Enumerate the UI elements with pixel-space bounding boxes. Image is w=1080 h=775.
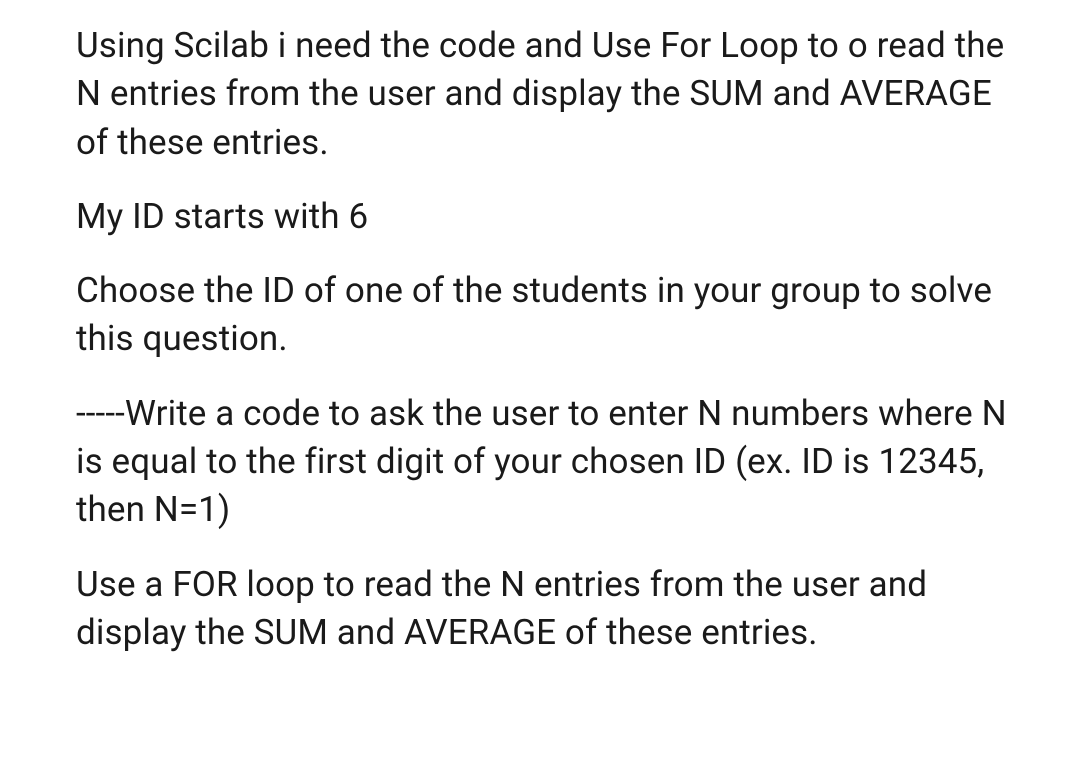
paragraph-choose: Choose the ID of one of the students in … (76, 267, 1010, 364)
paragraph-task: -----Write a code to ask the user to ent… (76, 390, 1010, 535)
paragraph-id: My ID starts with 6 (76, 193, 1010, 241)
paragraph-intro: Using Scilab i need the code and Use For… (76, 22, 1010, 167)
paragraph-loop: Use a FOR loop to read the N entries fro… (76, 561, 1010, 658)
document-page: Using Scilab i need the code and Use For… (0, 0, 1080, 775)
